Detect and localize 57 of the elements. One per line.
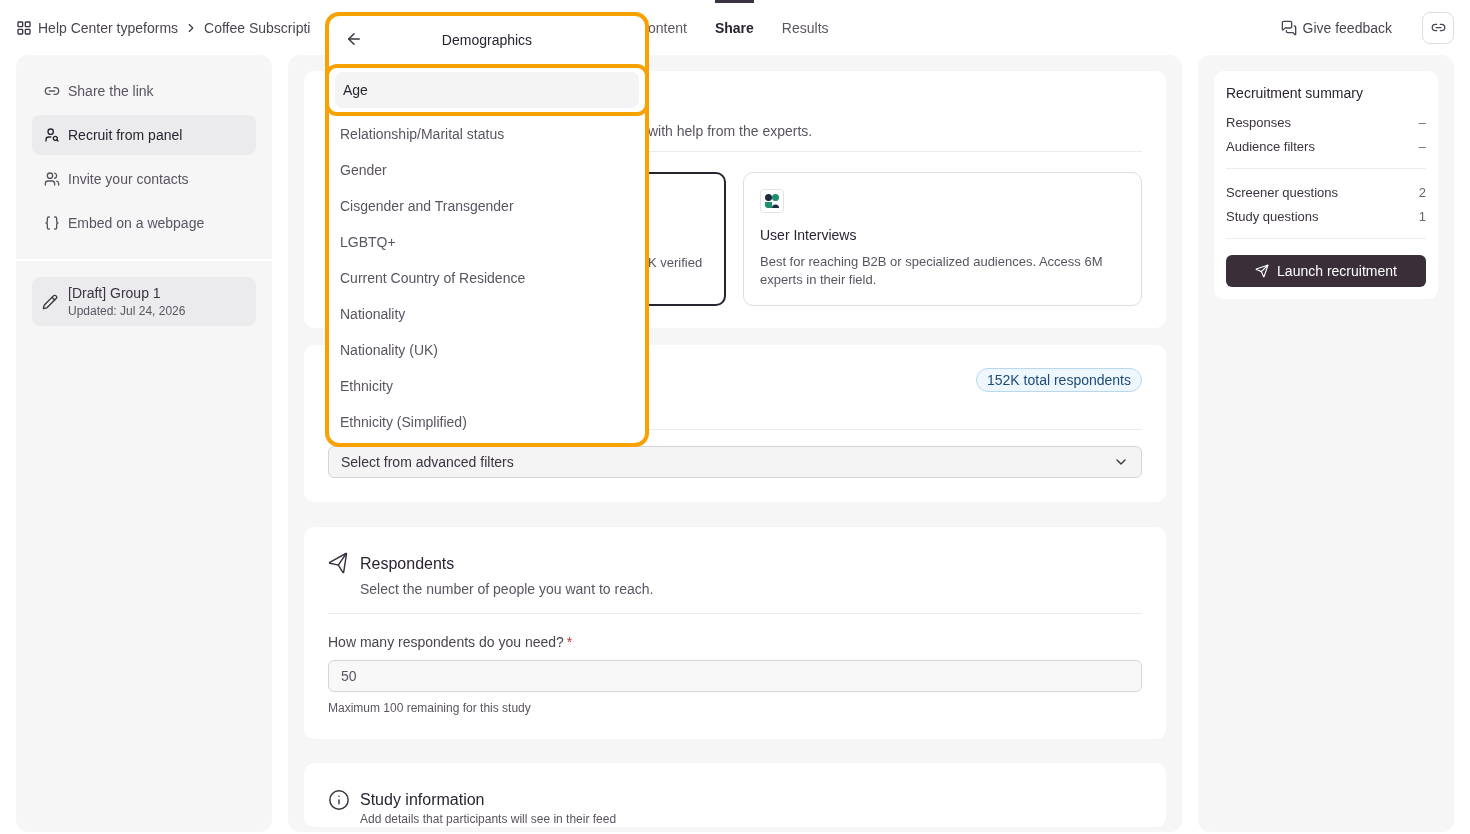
section-title: Respondents [360,554,455,574]
group-updated: Updated: Jul 24, 2026 [68,304,186,318]
launch-button[interactable]: Launch recruitment [1226,255,1426,287]
menu-item[interactable]: Nationality (UK) [335,332,639,368]
menu-item[interactable]: Ethnicity (Simplified) [335,404,639,440]
option-description: Best for reaching B2B or specialized audiences. Access 6M experts in their field. [760,253,1104,289]
respondents-badge: 152K total respondents [976,368,1142,392]
menu-item[interactable]: LGBTQ+ [335,224,639,260]
summary-value: – [1418,139,1426,154]
sidebar-item[interactable]: Embed on a webpage [32,203,256,243]
nav-tab[interactable]: Results [781,0,829,55]
menu-item[interactable]: Relationship/Marital status [335,116,639,152]
menu-item[interactable]: Ethnicity [335,368,639,404]
menu-item[interactable]: Gender [335,152,639,188]
summary-value: 2 [1418,185,1426,200]
person-search-icon [44,127,60,143]
summary-title: Recruitment summary [1226,85,1364,101]
logo-icon [760,189,784,213]
link-button[interactable] [1422,11,1454,44]
nav-tab[interactable]: ontent [648,0,687,55]
summary-value: – [1418,115,1426,130]
menu-title: Demographics [441,32,533,48]
section-subtitle: Add details that participants will see in their feed [360,812,617,827]
send-icon [1255,264,1270,278]
chat-icon [1280,19,1297,36]
summary-label: Responses [1226,115,1292,130]
sidebar-item[interactable]: Invite your contacts [32,159,256,199]
menu-item[interactable]: Age [335,72,639,108]
feedback-button[interactable]: Give feedback [1274,18,1398,37]
card-subtitle: with help from the experts. [648,122,813,141]
option-title: User Interviews [760,227,858,243]
pencil-icon [42,293,58,310]
menu-item[interactable]: Cisgender and Transgender [335,188,639,224]
group-item[interactable]: [Draft] Group 1 Updated: Jul 24, 2026 [32,277,256,326]
summary-label: Audience filters [1226,139,1315,154]
section-title: Study information [360,790,485,810]
summary-label: Study questions [1226,209,1319,224]
section-subtitle: Select the number of people you want to reach. [360,580,654,599]
grid-icon [16,19,32,36]
menu-item[interactable]: Nationality [335,296,639,332]
filters-select[interactable]: Select from advanced filters [328,446,1142,478]
info-icon [328,789,350,811]
field-label: How many respondents do you need? * [328,634,574,650]
group-title: [Draft] Group 1 [68,285,162,301]
breadcrumb-item[interactable]: Coffee Subscripti [204,19,311,36]
respondents-input[interactable]: 50 [328,660,1142,692]
sidebar-item[interactable]: Recruit from panel [32,115,256,155]
summary-label: Screener questions [1226,185,1338,200]
field-hint: Maximum 100 remaining for this study [328,701,532,715]
summary-value: 1 [1418,209,1426,224]
braces-icon [44,215,60,231]
people-icon [44,171,60,187]
sidebar-item[interactable]: Share the link [32,71,256,111]
option-description: K verified [648,254,704,272]
audience-option[interactable]: User Interviews Best for reaching B2B or specialized audiences. Access 6M experts in their field. [743,172,1142,306]
menu-item[interactable]: Current Country of Residence [335,260,639,296]
breadcrumb-item[interactable]: Help Center typeforms [38,19,179,36]
